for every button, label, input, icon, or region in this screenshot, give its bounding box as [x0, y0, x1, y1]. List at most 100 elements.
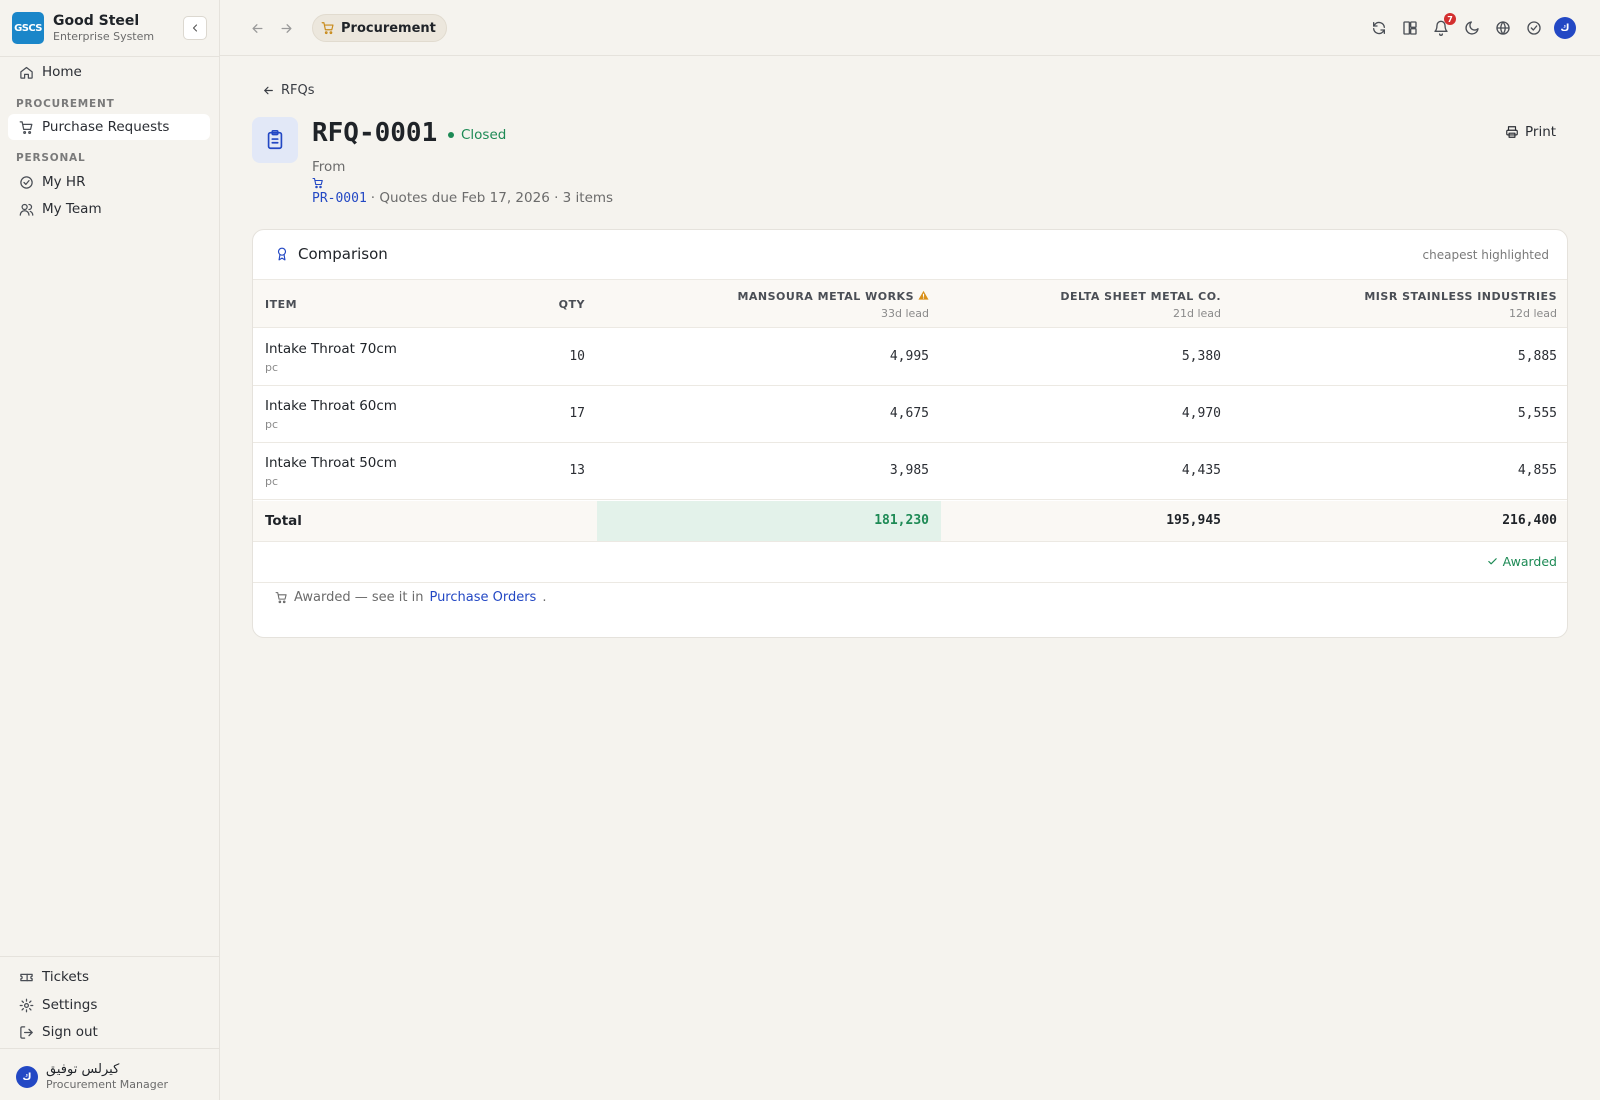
- rfq-meta: PR-0001 · Quotes due Feb 17, 2026 · 3 it…: [312, 190, 613, 206]
- check-icon: [1487, 556, 1498, 567]
- total-cell: 195,945: [1166, 513, 1221, 528]
- sidebar-item-label: My HR: [42, 174, 86, 190]
- awarded-label: Awarded: [1502, 554, 1557, 569]
- item-unit: pc: [265, 475, 279, 488]
- module-pill[interactable]: Procurement: [312, 14, 447, 42]
- page-title: RFQ-0001: [312, 118, 438, 148]
- back-link-label: RFQs: [281, 83, 315, 98]
- sidebar-item-tickets[interactable]: Tickets: [8, 964, 210, 990]
- card-header: Comparison cheapest highlighted: [253, 230, 1567, 280]
- card-hint: cheapest highlighted: [1422, 248, 1549, 262]
- total-cell-cheapest: 181,230: [874, 513, 929, 528]
- price-cell: 5,380: [1181, 349, 1221, 364]
- item-qty: 10: [569, 349, 585, 364]
- supplier-lead: 33d lead: [880, 307, 929, 320]
- nav-section-procurement: PROCUREMENT: [16, 98, 115, 110]
- sidebar-divider: [0, 956, 219, 957]
- supplier-lead: 12d lead: [1508, 307, 1557, 320]
- item-name: Intake Throat 70cm: [265, 341, 397, 357]
- moon-icon: [1464, 20, 1480, 36]
- card-title-label: Comparison: [298, 245, 388, 263]
- gear-icon: [18, 997, 34, 1013]
- brand-subtitle: Enterprise System: [53, 29, 155, 43]
- item-unit: pc: [265, 418, 279, 431]
- brand-name: Good Steel: [53, 12, 140, 29]
- user-profile[interactable]: ك كيرلس توفيق Procurement Manager: [16, 1062, 168, 1092]
- language-button[interactable]: [1493, 18, 1513, 38]
- refresh-button[interactable]: [1369, 18, 1389, 38]
- card-title: Comparison: [275, 245, 388, 263]
- sidebar: GSCS Good Steel Enterprise System Home P…: [0, 0, 220, 1100]
- user-name: كيرلس توفيق: [46, 1062, 120, 1077]
- status-badge: Closed: [448, 127, 506, 143]
- home-icon: [18, 64, 34, 80]
- refresh-icon: [1371, 20, 1387, 36]
- sidebar-divider: [0, 1048, 219, 1049]
- purchase-orders-link[interactable]: Purchase Orders: [429, 590, 536, 605]
- sidebar-item-my-hr[interactable]: My HR: [8, 169, 210, 195]
- price-cell: 4,970: [1181, 406, 1221, 421]
- arrow-left-icon: [250, 21, 265, 36]
- back-nav-button[interactable]: [248, 19, 266, 37]
- sidebar-item-sign-out[interactable]: Sign out: [8, 1019, 210, 1045]
- avatar[interactable]: ك: [1554, 17, 1576, 39]
- award-row: Awarded: [253, 542, 1567, 583]
- status-label: Closed: [461, 127, 507, 143]
- print-button[interactable]: Print: [1505, 124, 1556, 140]
- sidebar-item-settings[interactable]: Settings: [8, 992, 210, 1018]
- price-cell: 4,675: [889, 406, 929, 421]
- table-row: Intake Throat 70cm pc 10 4,995 5,380 5,8…: [253, 329, 1567, 386]
- sidebar-item-home[interactable]: Home: [8, 59, 210, 85]
- arrow-left-icon: [262, 84, 275, 97]
- notification-badge: 7: [1444, 13, 1456, 25]
- price-cell: 5,885: [1517, 349, 1557, 364]
- awarded-badge: Awarded: [1487, 554, 1557, 569]
- status-dot: [448, 132, 454, 138]
- supplier-name: MANSOURA METAL WORKS: [737, 290, 914, 303]
- sidebar-item-label: Home: [42, 64, 82, 80]
- brand-logo: GSCS: [12, 12, 44, 44]
- col-item: ITEM: [265, 298, 298, 311]
- rfq-meta-text: · Quotes due Feb 17, 2026 · 3 items: [370, 190, 614, 206]
- item-name: Intake Throat 50cm: [265, 455, 397, 471]
- col-supplier-misr[interactable]: MISR STAINLESS INDUSTRIES: [1364, 290, 1557, 303]
- arrow-right-icon: [279, 21, 294, 36]
- award-note-text: Awarded — see it in: [294, 590, 424, 605]
- supplier-lead: 21d lead: [1172, 307, 1221, 320]
- item-name: Intake Throat 60cm: [265, 398, 397, 414]
- module-label: Procurement: [341, 20, 436, 36]
- price-cell: 5,555: [1517, 406, 1557, 421]
- award-note-suffix: .: [542, 590, 547, 605]
- brand[interactable]: GSCS Good Steel Enterprise System: [12, 12, 154, 44]
- apps-button[interactable]: [1400, 18, 1420, 38]
- sidebar-divider: [0, 56, 219, 57]
- award-note: Awarded — see it in Purchase Orders .: [275, 590, 546, 605]
- col-supplier-delta[interactable]: DELTA SHEET METAL CO.: [1060, 290, 1221, 303]
- sidebar-item-label: Sign out: [42, 1024, 98, 1040]
- sidebar-item-my-team[interactable]: My Team: [8, 196, 210, 222]
- from-label: From: [312, 159, 346, 175]
- notifications-button[interactable]: 7: [1431, 13, 1456, 38]
- col-supplier-mansoura[interactable]: MANSOURA METAL WORKS: [737, 290, 929, 303]
- check-circle-icon: [1526, 20, 1542, 36]
- forward-nav-button[interactable]: [277, 19, 295, 37]
- sidebar-item-label: Tickets: [42, 969, 89, 985]
- back-to-rfqs-link[interactable]: RFQs: [262, 83, 315, 98]
- pr-link[interactable]: PR-0001: [312, 191, 367, 206]
- nav-section-personal: PERSONAL: [16, 152, 86, 164]
- comparison-card: Comparison cheapest highlighted ITEM QTY…: [252, 229, 1568, 638]
- table-header: ITEM QTY MANSOURA METAL WORKS 33d lead D…: [253, 280, 1567, 328]
- cart-icon: [321, 21, 335, 35]
- item-qty: 17: [569, 406, 585, 421]
- theme-toggle-button[interactable]: [1462, 18, 1482, 38]
- tasks-button[interactable]: [1524, 18, 1544, 38]
- sidebar-item-purchase-requests[interactable]: Purchase Requests: [8, 114, 210, 140]
- item-qty: 13: [569, 463, 585, 478]
- sidebar-item-label: Purchase Requests: [42, 119, 170, 135]
- topbar: Procurement 7 ك: [220, 0, 1600, 56]
- avatar: ك: [16, 1066, 38, 1088]
- apps-icon: [1402, 20, 1418, 36]
- collapse-sidebar-button[interactable]: [183, 16, 207, 40]
- clipboard-icon: [252, 117, 298, 163]
- award-icon: [275, 246, 289, 262]
